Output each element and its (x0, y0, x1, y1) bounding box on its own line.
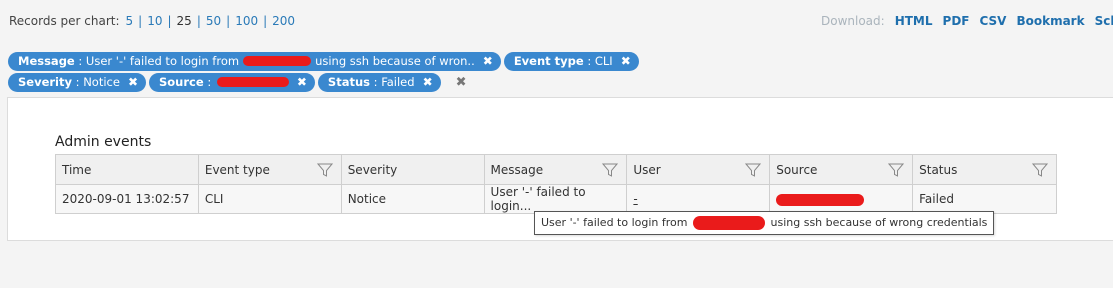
tooltip-prefix: User '-' failed to login from (541, 216, 688, 229)
redaction-mark (216, 77, 289, 87)
admin-events-table: Time Event type Severity Message User So… (55, 154, 1057, 214)
close-icon[interactable]: ✖ (621, 54, 631, 68)
close-icon[interactable]: ✖ (128, 75, 138, 89)
redaction-mark (776, 193, 865, 206)
redaction-mark (693, 216, 765, 230)
column-label: Message (490, 162, 544, 177)
funnel-icon[interactable] (888, 162, 905, 178)
cell-source (769, 184, 914, 214)
filter-value: User '-' failed to login from (85, 54, 240, 68)
message-tooltip: User '-' failed to login from using ssh … (534, 211, 995, 235)
separator: | (138, 14, 143, 28)
records-option-10[interactable]: 10 (147, 14, 162, 28)
column-label: Status (919, 162, 958, 177)
close-icon[interactable]: ✖ (483, 54, 493, 68)
tooltip-suffix: using ssh because of wrong credentials (770, 216, 988, 229)
filter-value: Notice (83, 75, 120, 89)
filter-value-tail: using ssh because of wron.. (315, 54, 475, 68)
separator: | (226, 14, 231, 28)
filter-value: CLI (594, 54, 613, 68)
cell-status: Failed (912, 184, 1057, 214)
column-header-time[interactable]: Time (55, 154, 199, 185)
table-header-row: Time Event type Severity Message User So… (55, 154, 1057, 185)
records-option-25[interactable]: 25 (177, 14, 192, 28)
column-header-user[interactable]: User (626, 154, 771, 185)
table-row[interactable]: 2020-09-01 13:02:57 CLI Notice User '-' … (55, 184, 1057, 214)
column-header-status[interactable]: Status (912, 154, 1057, 185)
separator: | (196, 14, 201, 28)
cell-user[interactable]: - (626, 184, 771, 214)
cell-event-type: CLI (197, 184, 342, 214)
column-header-message[interactable]: Message (483, 154, 628, 185)
funnel-icon[interactable] (602, 162, 619, 178)
filter-value: Failed (381, 75, 415, 89)
separator: | (263, 14, 268, 28)
records-per-chart: Records per chart: 5 | 10 | 25 | 50 | 10… (9, 14, 295, 28)
clear-filters-icon[interactable]: ✖ (456, 75, 467, 90)
column-label: User (633, 162, 661, 177)
separator: | (167, 14, 172, 28)
column-label: Source (776, 162, 818, 177)
funnel-icon[interactable] (1032, 162, 1048, 178)
cell-severity: Notice (340, 184, 485, 214)
filter-chip-event-type: Event type : CLI ✖ (503, 51, 639, 71)
column-label: Time (62, 162, 92, 177)
filter-key: Status (327, 75, 370, 89)
column-label: Severity (347, 162, 398, 177)
redaction-mark (243, 56, 312, 66)
records-option-5[interactable]: 5 (126, 14, 134, 28)
filter-chip-status: Status : Failed ✖ (317, 72, 441, 92)
filter-chip-severity: Severity : Notice ✖ (8, 72, 146, 92)
panel-title: Admin events (55, 134, 152, 150)
records-option-100[interactable]: 100 (235, 14, 258, 28)
filter-key: Source (159, 75, 204, 89)
column-header-source[interactable]: Source (769, 154, 914, 185)
column-label: Event type (204, 162, 270, 177)
filter-key: Severity (18, 75, 72, 89)
close-icon[interactable]: ✖ (297, 75, 307, 89)
download-bar: Download: HTML PDF CSV Bookmark Schedul (821, 14, 1113, 28)
funnel-icon[interactable] (745, 162, 762, 178)
download-label: Download: (821, 14, 885, 28)
schedule-link[interactable]: Schedul (1095, 14, 1113, 28)
filter-key: Message (18, 54, 75, 68)
filter-chip-message: Message : User '-' failed to login from … (8, 51, 501, 71)
active-filters: Message : User '-' failed to login from … (8, 51, 648, 93)
close-icon[interactable]: ✖ (423, 75, 433, 89)
filter-chip-source: Source : ✖ (149, 72, 315, 92)
funnel-icon[interactable] (316, 162, 333, 178)
filter-key: Event type (513, 54, 584, 68)
records-option-200[interactable]: 200 (272, 14, 295, 28)
records-label: Records per chart: (9, 14, 120, 28)
download-csv-link[interactable]: CSV (979, 14, 1006, 28)
bookmark-link[interactable]: Bookmark (1016, 14, 1084, 28)
column-header-severity[interactable]: Severity (340, 154, 485, 185)
records-option-50[interactable]: 50 (206, 14, 221, 28)
download-html-link[interactable]: HTML (895, 14, 933, 28)
cell-time: 2020-09-01 13:02:57 (55, 184, 199, 214)
cell-message[interactable]: User '-' failed to login... (483, 184, 628, 214)
download-pdf-link[interactable]: PDF (943, 14, 970, 28)
column-header-event-type[interactable]: Event type (197, 154, 342, 185)
